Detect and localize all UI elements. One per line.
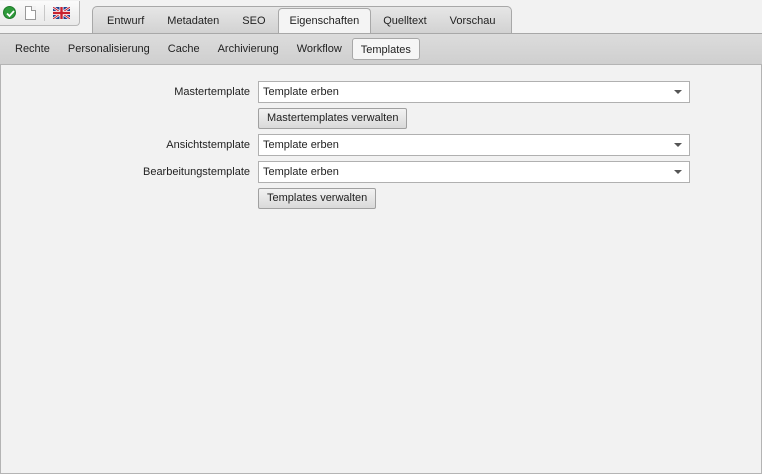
subtab-archivierung[interactable]: Archivierung bbox=[210, 38, 287, 60]
view-template-select[interactable]: Template erben bbox=[258, 134, 690, 156]
top-bar: Entwurf Metadaten SEO Eigenschaften Quel… bbox=[0, 0, 762, 34]
edit-template-label: Bearbeitungstemplate bbox=[142, 166, 250, 178]
quick-actions bbox=[0, 1, 80, 26]
uk-flag-icon[interactable] bbox=[52, 6, 71, 20]
view-template-value: Template erben bbox=[263, 139, 339, 151]
edit-template-row: Bearbeitungstemplate Template erben bbox=[1, 161, 762, 183]
tab-seo[interactable]: SEO bbox=[231, 10, 276, 33]
manage-templates-button[interactable]: Templates verwalten bbox=[258, 188, 377, 209]
subtab-personalisierung[interactable]: Personalisierung bbox=[60, 38, 158, 60]
chevron-down-icon bbox=[674, 170, 682, 174]
master-template-label: Mastertemplate bbox=[174, 86, 250, 98]
tab-quelltext[interactable]: Quelltext bbox=[372, 10, 437, 33]
templates-panel: Mastertemplate Template erben Mastertemp… bbox=[0, 65, 762, 474]
chevron-down-icon bbox=[674, 90, 682, 94]
edit-template-value: Template erben bbox=[263, 166, 339, 178]
document-icon[interactable] bbox=[25, 6, 36, 20]
main-tab-bar: Entwurf Metadaten SEO Eigenschaften Quel… bbox=[92, 6, 512, 34]
chevron-down-icon bbox=[674, 143, 682, 147]
subtab-templates[interactable]: Templates bbox=[351, 38, 420, 60]
tab-eigenschaften[interactable]: Eigenschaften bbox=[277, 8, 372, 34]
tab-entwurf[interactable]: Entwurf bbox=[96, 10, 155, 33]
sub-tab-bar: Rechte Personalisierung Cache Archivieru… bbox=[0, 33, 762, 65]
master-template-row: Mastertemplate Template erben bbox=[1, 81, 762, 103]
master-template-value: Template erben bbox=[263, 86, 339, 98]
subtab-rechte[interactable]: Rechte bbox=[7, 38, 58, 60]
master-template-select[interactable]: Template erben bbox=[258, 81, 690, 103]
view-template-label: Ansichtstemplate bbox=[166, 139, 250, 151]
manage-mastertemplates-button[interactable]: Mastertemplates verwalten bbox=[258, 108, 408, 129]
tab-metadaten[interactable]: Metadaten bbox=[156, 10, 230, 33]
check-icon[interactable] bbox=[3, 6, 16, 19]
toolbar-divider bbox=[44, 5, 45, 21]
subtab-workflow[interactable]: Workflow bbox=[289, 38, 350, 60]
view-template-row: Ansichtstemplate Template erben bbox=[1, 134, 762, 156]
edit-template-select[interactable]: Template erben bbox=[258, 161, 690, 183]
tab-vorschau[interactable]: Vorschau bbox=[439, 10, 507, 33]
subtab-cache[interactable]: Cache bbox=[160, 38, 208, 60]
